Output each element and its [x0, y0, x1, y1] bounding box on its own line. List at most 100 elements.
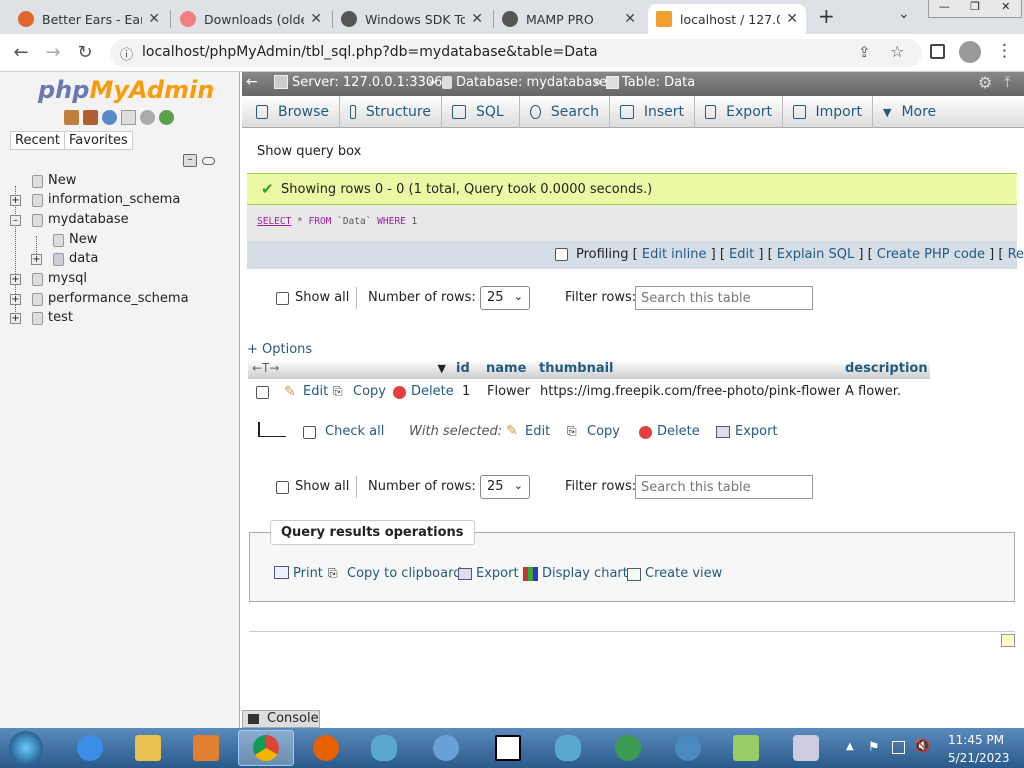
taskbar-7zip[interactable] [480, 730, 536, 766]
filter-rows-input-bottom[interactable]: Search this table [635, 475, 813, 499]
taskbar-media[interactable] [178, 730, 234, 766]
row-edit-link[interactable]: Edit [303, 384, 328, 399]
browser-menu-icon[interactable]: ⋮ [996, 41, 1013, 61]
taskbar-ie[interactable] [62, 730, 118, 766]
column-header-thumbnail[interactable]: thumbnail [535, 360, 841, 379]
tree-item[interactable]: mysql [48, 271, 87, 286]
profiling-checkbox[interactable] [555, 248, 568, 261]
create-php-code-link[interactable]: Create PHP code [877, 247, 985, 262]
collapse-top-icon[interactable]: ⤒ [1004, 73, 1011, 91]
refresh-link[interactable]: Refresh [1008, 247, 1024, 262]
filter-rows-input-top[interactable]: Search this table [635, 286, 813, 310]
breadcrumb-database[interactable]: Database: mydatabase [456, 75, 607, 90]
explain-sql-link[interactable]: Explain SQL [777, 247, 854, 262]
tab-export[interactable]: Export [695, 96, 783, 128]
taskbar-security[interactable] [660, 730, 716, 766]
display-chart-link[interactable]: Display chart [542, 566, 628, 581]
tree-item[interactable]: data [69, 251, 98, 266]
console-toggle[interactable]: Console [242, 710, 320, 728]
docs-icon[interactable] [121, 110, 136, 125]
bulk-export-button[interactable]: Export [735, 424, 778, 439]
share-icon[interactable]: ⇪ [858, 43, 871, 61]
restore-icon[interactable]: ❐ [960, 0, 991, 17]
collapse-icon[interactable]: – [10, 215, 21, 226]
clock-date[interactable]: 5/21/2023 [948, 751, 1010, 765]
browser-tab[interactable]: Windows SDK Too ✕ [333, 4, 491, 34]
print-link[interactable]: Print [293, 566, 323, 581]
tree-item[interactable]: information_schema [48, 192, 180, 207]
dropdown-triangle-icon[interactable]: ▼ [438, 362, 446, 375]
close-tab-icon[interactable]: ✕ [148, 11, 160, 27]
settings-gear-icon[interactable]: ⚙ [978, 73, 992, 92]
reload-icon[interactable]: ↻ [74, 42, 96, 63]
browser-tab[interactable]: Downloads (older ✕ [172, 4, 330, 34]
minimize-icon[interactable]: — [929, 0, 960, 17]
rows-per-page-select-top[interactable]: 25 ⌄ [480, 286, 530, 310]
browser-tab-active[interactable]: localhost / 127.0.0 ✕ [648, 4, 806, 34]
profile-avatar-icon[interactable] [959, 41, 981, 63]
omnibox[interactable]: ⓘ localhost/phpMyAdmin/tbl_sql.php?db=my… [110, 39, 922, 67]
taskbar-notepad[interactable] [718, 730, 774, 766]
expand-icon[interactable]: + [10, 195, 21, 206]
link-with-main-icon[interactable] [202, 157, 215, 165]
breadcrumb-table[interactable]: Table: Data [622, 75, 695, 90]
show-all-checkbox-bottom[interactable] [276, 481, 289, 494]
bulk-edit-button[interactable]: Edit [525, 424, 550, 439]
logout-icon[interactable] [83, 110, 98, 125]
taskbar-network[interactable] [418, 730, 474, 766]
notes-icon[interactable] [1001, 634, 1015, 647]
reload-nav-icon[interactable] [159, 110, 174, 125]
site-info-icon[interactable]: ⓘ [120, 44, 133, 63]
tab-import[interactable]: Import [783, 96, 873, 128]
volume-muted-icon[interactable]: 🔇 [914, 739, 930, 754]
breadcrumb-server[interactable]: Server: 127.0.0.1:3306 [292, 75, 442, 90]
tab-search-icon[interactable]: ⌄ [898, 6, 910, 22]
help-icon[interactable] [102, 110, 117, 125]
tab-more[interactable]: ▼ More [873, 96, 955, 128]
flag-icon[interactable]: ⚑ [868, 740, 880, 755]
close-tab-icon[interactable]: ✕ [786, 11, 798, 27]
expand-icon[interactable]: + [31, 254, 42, 265]
bulk-delete-button[interactable]: Delete [657, 424, 700, 439]
export-link[interactable]: Export [476, 566, 519, 581]
check-all-checkbox[interactable] [303, 426, 316, 439]
column-header-name[interactable]: name [482, 360, 535, 379]
network-tray-icon[interactable] [892, 741, 905, 754]
new-tab-button[interactable]: + [818, 4, 835, 28]
show-query-box-link[interactable]: Show query box [257, 144, 361, 159]
close-tab-icon[interactable]: ✕ [624, 11, 636, 27]
recent-tab[interactable]: Recent [10, 131, 65, 150]
collapse-nav-icon[interactable]: ← [246, 74, 258, 90]
phpmyadmin-logo[interactable]: phpMyAdmin [38, 76, 214, 104]
tab-search[interactable]: Search [520, 96, 610, 128]
tab-browse[interactable]: Browse [246, 96, 340, 128]
expand-icon[interactable]: + [10, 294, 21, 305]
copy-to-clipboard-link[interactable]: Copy to clipboard [347, 566, 461, 581]
row-copy-link[interactable]: Copy [353, 384, 386, 399]
taskbar-app[interactable] [778, 730, 834, 766]
expand-icon[interactable]: + [10, 313, 21, 324]
browser-tab[interactable]: MAMP PRO ✕ [494, 4, 644, 34]
start-button[interactable] [0, 730, 52, 766]
tree-item[interactable]: mydatabase [48, 212, 129, 227]
tab-structure[interactable]: Structure [340, 96, 442, 128]
home-icon[interactable] [64, 110, 79, 125]
show-all-checkbox-top[interactable] [276, 292, 289, 305]
column-resizer-header[interactable]: ←T→ ▼ [248, 360, 452, 379]
row-delete-link[interactable]: Delete [411, 384, 454, 399]
url-text[interactable]: localhost/phpMyAdmin/tbl_sql.php?db=myda… [142, 44, 598, 60]
options-link[interactable]: + Options [247, 342, 312, 357]
forward-icon[interactable]: → [42, 42, 64, 63]
tree-item[interactable]: performance_schema [48, 291, 189, 306]
show-hidden-icons[interactable]: ▲ [846, 741, 854, 752]
taskbar-explorer[interactable] [120, 730, 176, 766]
taskbar-mysql[interactable] [356, 730, 412, 766]
taskbar-firefox[interactable] [298, 730, 354, 766]
column-header-id[interactable]: id [452, 360, 482, 379]
clock-time[interactable]: 11:45 PM [948, 733, 1004, 747]
sql-query-display[interactable]: SELECT * FROM `Data` WHERE 1 [247, 205, 1017, 241]
bookmark-star-icon[interactable]: ☆ [890, 42, 904, 61]
collapse-all-icon[interactable]: – [183, 154, 197, 167]
expand-icon[interactable]: + [10, 274, 21, 285]
row-checkbox[interactable] [256, 386, 269, 399]
